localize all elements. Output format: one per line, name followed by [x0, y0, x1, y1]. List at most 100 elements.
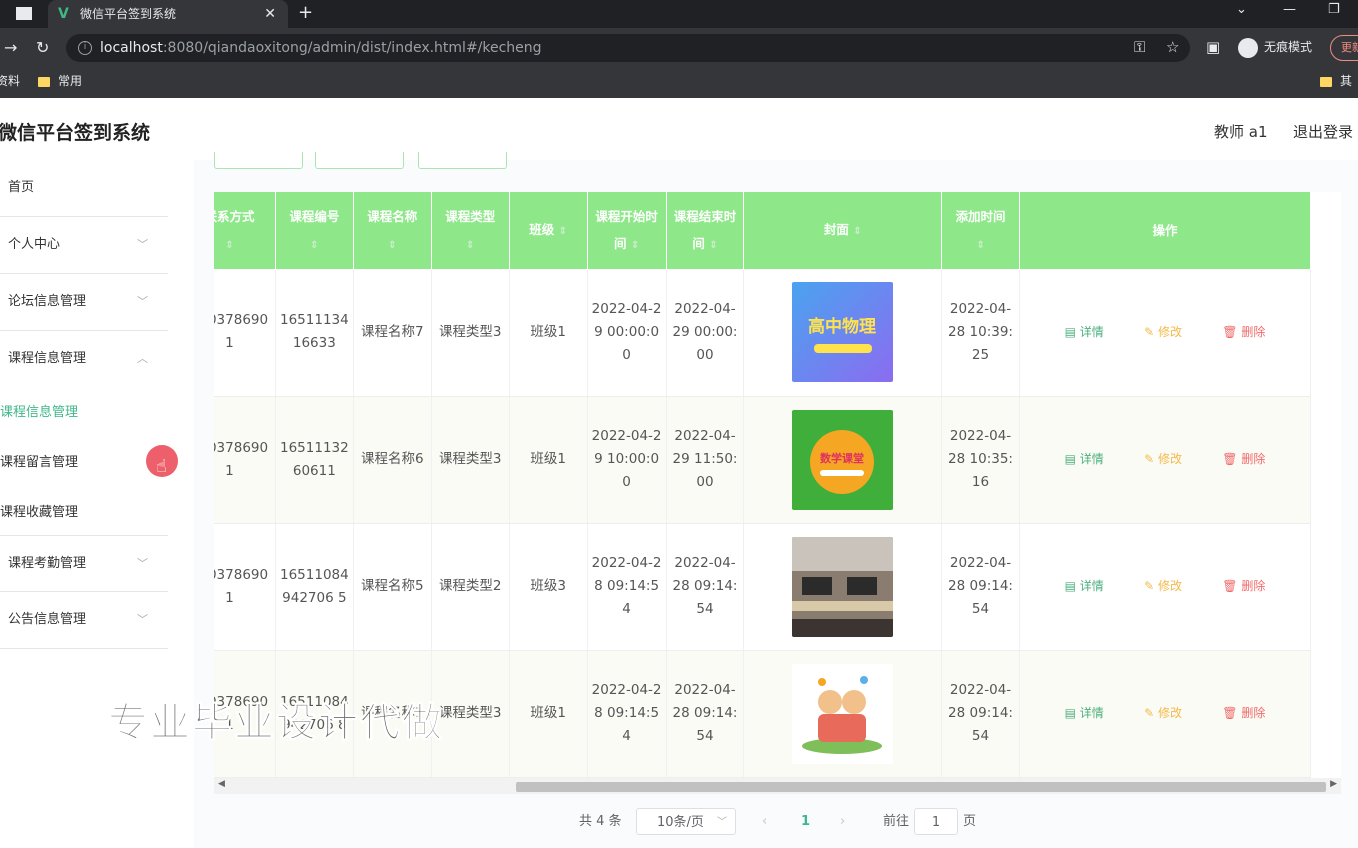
cell-cover [743, 523, 943, 651]
site-info-icon[interactable]: i [78, 41, 92, 55]
scroll-right-icon[interactable]: ▶ [1330, 779, 1337, 789]
toolbar-button[interactable] [315, 152, 404, 169]
forward-icon[interactable]: → [4, 38, 17, 57]
sort-icon[interactable]: ⇕ [466, 240, 474, 251]
column-header[interactable]: 课程开始时间 ⇕ [587, 192, 667, 269]
delete-button[interactable]: 🗑 删除 [1222, 575, 1265, 598]
close-tab-icon[interactable]: ✕ [264, 0, 276, 28]
horizontal-scrollbar[interactable]: ◀ ▶ [214, 778, 1341, 794]
sidebar-item-label: 个人中心 [8, 237, 61, 252]
document-icon: ▤ [1064, 579, 1080, 593]
reload-icon[interactable]: ↻ [36, 38, 49, 57]
edit-button[interactable]: ✎ 修改 [1144, 448, 1182, 471]
detail-button[interactable]: ▤ 详情 [1065, 448, 1104, 471]
edit-icon: ✎ [1144, 452, 1158, 466]
scroll-left-icon[interactable]: ◀ [218, 779, 225, 789]
detail-label: 详情 [1079, 324, 1104, 339]
page-size-select[interactable]: 10条/页 ﹀ [636, 808, 736, 835]
sidebar-item-notice[interactable]: 公告信息管理 ﹀ [0, 592, 168, 649]
url-field[interactable]: i localhost:8080/qiandaoxitong/admin/dis… [66, 34, 1190, 62]
submenu-course-favorites[interactable]: 课程收藏管理 [0, 501, 78, 520]
detail-button[interactable]: ▤ 详情 [1065, 321, 1104, 344]
sidebar-item-home[interactable]: 首页 [0, 160, 168, 217]
next-page-icon[interactable]: › [840, 808, 845, 836]
new-tab-icon[interactable]: + [298, 2, 313, 23]
key-icon[interactable]: ⚿ [1134, 38, 1145, 56]
delete-button[interactable]: 🗑 删除 [1222, 702, 1265, 725]
tab-search-icon[interactable]: ⌄ [1236, 2, 1247, 17]
column-header[interactable]: 添加时间 ⇕ [941, 192, 1020, 269]
scrollbar-thumb[interactable] [516, 782, 1326, 792]
sort-icon[interactable]: ⇕ [709, 240, 717, 251]
goto-page-input[interactable]: 1 [914, 808, 958, 835]
sort-icon[interactable]: ⇕ [853, 226, 861, 237]
chevron-down-icon: ﹀ [717, 817, 727, 828]
cell-start: 2022-04-29 00:00:00 [587, 269, 667, 397]
column-header[interactable]: 课程名称 ⇕ [353, 192, 432, 269]
edit-icon: ✎ [1144, 579, 1158, 593]
sidebar-item-label: 首页 [8, 180, 35, 195]
sidepanel-icon[interactable]: ▣ [1206, 38, 1220, 56]
incognito-indicator[interactable]: 无痕模式 [1238, 36, 1312, 58]
cover-image-computer-lab[interactable] [792, 536, 894, 637]
browser-tab[interactable]: V 微信平台签到系统 ✕ [48, 0, 288, 28]
sidebar-item-course[interactable]: 课程信息管理 ︿ [0, 331, 168, 388]
column-header-label: 班级 [529, 222, 555, 237]
chevron-down-icon: ﹀ [137, 295, 148, 308]
page-number-current[interactable]: 1 [801, 808, 810, 836]
restore-icon[interactable]: ❐ [1328, 2, 1340, 17]
bookmark-folder[interactable]: 常用 [38, 68, 82, 94]
cover-image-physics[interactable]: 高中物理 [792, 282, 894, 383]
cover-image-kids-reading[interactable] [792, 663, 894, 764]
column-header[interactable]: 联系方式 ⇕ [214, 192, 276, 269]
toolbar-button[interactable] [214, 152, 303, 169]
column-header-label: 课程结束时间 [673, 208, 737, 251]
cell-actions: ▤ 详情 ✎ 修改 🗑 删除 [1019, 269, 1312, 397]
edit-button[interactable]: ✎ 修改 [1144, 575, 1182, 598]
sort-icon[interactable]: ⇕ [631, 240, 639, 251]
cell-actions: ▤ 详情 ✎ 修改 🗑 删除 [1019, 523, 1312, 651]
prev-page-icon[interactable]: ‹ [762, 808, 767, 836]
chevron-down-icon: ﹀ [137, 238, 148, 251]
submenu-course-comments[interactable]: 课程留言管理 [0, 451, 78, 470]
minimize-icon[interactable]: — [1283, 2, 1296, 17]
sidebar-item-profile[interactable]: 个人中心 ﹀ [0, 217, 168, 274]
cell-class: 班级1 [509, 650, 588, 778]
delete-button[interactable]: 🗑 删除 [1222, 321, 1265, 344]
logout-link[interactable]: 退出登录 [1293, 121, 1353, 142]
sort-icon[interactable]: ⇕ [559, 226, 567, 237]
cell-name: 课程名称6 [353, 396, 432, 524]
detail-button[interactable]: ▤ 详情 [1065, 575, 1104, 598]
sidebar-item-label: 课程信息管理 [8, 351, 87, 366]
edit-button[interactable]: ✎ 修改 [1144, 321, 1182, 344]
column-header-label: 课程类型 [445, 208, 496, 224]
toolbar-button[interactable] [418, 152, 507, 169]
column-header[interactable]: 课程结束时间 ⇕ [666, 192, 745, 269]
sort-icon[interactable]: ⇕ [225, 240, 233, 251]
edit-button[interactable]: ✎ 修改 [1144, 702, 1182, 725]
column-header[interactable]: 课程类型 ⇕ [431, 192, 510, 269]
star-icon[interactable]: ☆ [1166, 38, 1179, 56]
sort-icon[interactable]: ⇕ [388, 240, 396, 251]
column-header-label: 操作 [1152, 223, 1178, 238]
cell-phone: 7703786901 [214, 523, 276, 651]
column-header[interactable]: 封面 ⇕ [743, 192, 943, 269]
bookmark-item[interactable]: 资料 [0, 68, 20, 94]
cover-caption: 高中物理 [808, 316, 876, 337]
update-button[interactable]: 更新 [1330, 35, 1358, 61]
sort-icon[interactable]: ⇕ [976, 240, 984, 251]
detail-label: 详情 [1079, 452, 1104, 466]
submenu-course-info[interactable]: 课程信息管理 [0, 401, 78, 420]
column-header[interactable]: 班级 ⇕ [509, 192, 588, 269]
delete-button[interactable]: 🗑 删除 [1222, 448, 1265, 471]
detail-button[interactable]: ▤ 详情 [1065, 702, 1104, 725]
sidebar-item-forum[interactable]: 论坛信息管理 ﹀ [0, 274, 168, 331]
window-icon [16, 7, 32, 20]
sidebar-item-attendance[interactable]: 课程考勤管理 ﹀ [0, 535, 168, 592]
sort-icon[interactable]: ⇕ [310, 240, 318, 251]
column-header-label: 课程开始时间 [595, 208, 658, 251]
sidebar-item-label: 公告信息管理 [8, 612, 87, 627]
cover-image-math[interactable]: 数学课堂 [792, 409, 894, 510]
column-header[interactable]: 课程编号 ⇕ [275, 192, 354, 269]
cell-cover: 数学课堂 [743, 396, 943, 524]
